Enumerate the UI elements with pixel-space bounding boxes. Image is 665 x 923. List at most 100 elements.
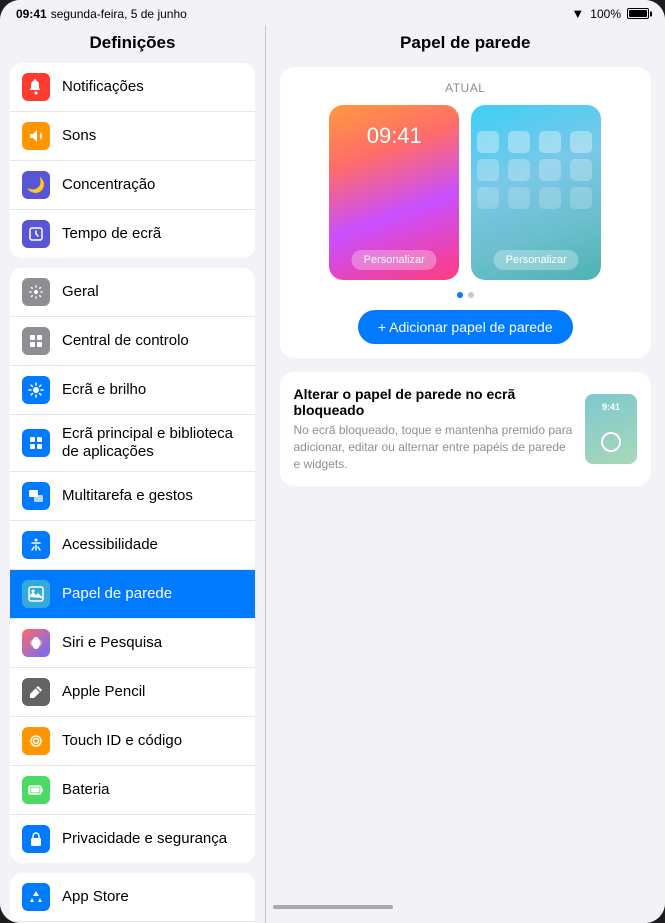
home-icon-7 <box>539 159 561 181</box>
wallpaper-icon <box>22 580 50 608</box>
home-icon-5 <box>477 159 499 181</box>
display-label: Ecrã e brilho <box>62 381 146 399</box>
battery-settings-icon <box>22 776 50 804</box>
multitask-icon <box>22 482 50 510</box>
control-center-icon <box>22 327 50 355</box>
sidebar-title: Definições <box>0 25 265 63</box>
general-label: Geral <box>62 283 99 301</box>
wifi-label: 100% <box>590 7 621 21</box>
wallpaper-time: 09:41 <box>367 123 422 149</box>
lock-screen-wallpaper-card[interactable]: 09:41 Personalizar <box>329 105 459 280</box>
screen-time-label: Tempo de ecrã <box>62 225 161 243</box>
info-preview-circle <box>601 432 621 452</box>
multitask-label: Multitarefa e gestos <box>62 487 193 505</box>
apple-pencil-icon <box>22 678 50 706</box>
info-desc: No ecrã bloqueado, toque e mantenha prem… <box>294 422 574 472</box>
sidebar-item-sounds[interactable]: Sons <box>10 112 255 161</box>
info-text: Alterar o papel de parede no ecrã bloque… <box>294 386 574 472</box>
appstore-icon <box>22 883 50 911</box>
wallpaper-previews: 09:41 Personalizar <box>294 105 638 280</box>
privacy-icon <box>22 825 50 853</box>
section-label: ATUAL <box>294 81 638 95</box>
home-icon-2 <box>508 131 530 153</box>
sidebar-item-general[interactable]: Geral <box>10 268 255 317</box>
control-center-label: Central de controlo <box>62 332 189 350</box>
wifi-icon: ▼ <box>571 6 584 21</box>
screen-time-icon <box>22 220 50 248</box>
focus-icon: 🌙 <box>22 171 50 199</box>
home-icon-4 <box>570 131 592 153</box>
home-icon-3 <box>539 131 561 153</box>
sidebar-group-2: Geral Central de controlo Ecrã e brilho <box>10 268 255 863</box>
touch-id-label: Touch ID e código <box>62 732 182 750</box>
home-icon-1 <box>477 131 499 153</box>
apple-pencil-label: Apple Pencil <box>62 683 145 701</box>
notifications-icon <box>22 73 50 101</box>
personalize-btn-1[interactable]: Personalizar <box>352 250 437 270</box>
siri-icon <box>22 629 50 657</box>
sidebar-item-privacy[interactable]: Privacidade e segurança <box>10 815 255 863</box>
main-panel: Papel de parede ATUAL 09:41 Personalizar <box>266 25 665 923</box>
panel-title: Papel de parede <box>266 25 665 67</box>
sidebar-item-screen-time[interactable]: Tempo de ecrã <box>10 210 255 258</box>
personalize-btn-2[interactable]: Personalizar <box>494 250 579 270</box>
touch-id-icon <box>22 727 50 755</box>
privacy-label: Privacidade e segurança <box>62 830 227 848</box>
sidebar-item-control-center[interactable]: Central de controlo <box>10 317 255 366</box>
info-preview-time: 9:41 <box>602 402 620 412</box>
siri-label: Siri e Pesquisa <box>62 634 162 652</box>
main-content: Definições Notificações Sons <box>0 25 665 923</box>
sidebar-item-focus[interactable]: 🌙 Concentração <box>10 161 255 210</box>
dots-row <box>294 292 638 298</box>
dot-2 <box>468 292 474 298</box>
battery-icon <box>627 8 649 19</box>
sidebar-item-accessibility[interactable]: Acessibilidade <box>10 521 255 570</box>
home-screen-label: Ecrã principal e biblioteca de aplicaçõe… <box>62 425 243 461</box>
accessibility-label: Acessibilidade <box>62 536 158 554</box>
focus-label: Concentração <box>62 176 155 194</box>
info-section: Alterar o papel de parede no ecrã bloque… <box>280 372 652 486</box>
home-icon-12 <box>570 187 592 209</box>
sidebar-item-notifications[interactable]: Notificações <box>10 63 255 112</box>
home-icon-11 <box>539 187 561 209</box>
home-icon-8 <box>570 159 592 181</box>
sidebar-item-home-screen[interactable]: Ecrã principal e biblioteca de aplicaçõe… <box>10 415 255 472</box>
general-icon <box>22 278 50 306</box>
status-date: segunda-feira, 5 de junho <box>51 7 187 21</box>
notifications-label: Notificações <box>62 78 144 96</box>
home-indicator <box>273 905 393 909</box>
sidebar-item-touch-id[interactable]: Touch ID e código <box>10 717 255 766</box>
sidebar: Definições Notificações Sons <box>0 25 265 923</box>
battery-label: Bateria <box>62 781 110 799</box>
wallpaper-section: ATUAL 09:41 Personalizar <box>280 67 652 358</box>
sounds-label: Sons <box>62 127 96 145</box>
sidebar-group-1: Notificações Sons 🌙 Concentração <box>10 63 255 258</box>
sounds-icon <box>22 122 50 150</box>
sidebar-item-multitask[interactable]: Multitarefa e gestos <box>10 472 255 521</box>
home-icon-10 <box>508 187 530 209</box>
battery-fill <box>629 10 647 17</box>
add-wallpaper-button[interactable]: + Adicionar papel de parede <box>358 310 573 344</box>
home-icon-9 <box>477 187 499 209</box>
status-time: 09:41 <box>16 7 47 21</box>
sidebar-item-battery[interactable]: Bateria <box>10 766 255 815</box>
home-screen-icon <box>22 429 50 457</box>
status-right: ▼ 100% <box>571 6 649 21</box>
info-title: Alterar o papel de parede no ecrã bloque… <box>294 386 574 418</box>
wallpaper-label: Papel de parede <box>62 585 172 603</box>
status-left: 09:41 segunda-feira, 5 de junho <box>16 7 187 21</box>
sidebar-group-3: App Store Carteira e Apple Pay <box>10 873 255 923</box>
sidebar-item-wallpaper[interactable]: Papel de parede <box>10 570 255 619</box>
sidebar-item-siri[interactable]: Siri e Pesquisa <box>10 619 255 668</box>
sidebar-item-apple-pencil[interactable]: Apple Pencil <box>10 668 255 717</box>
home-screen-icons-grid <box>471 125 601 215</box>
home-screen-wallpaper-card[interactable]: Personalizar <box>471 105 601 280</box>
status-bar: 09:41 segunda-feira, 5 de junho ▼ 100% <box>0 0 665 25</box>
accessibility-icon <box>22 531 50 559</box>
info-preview: 9:41 <box>585 394 637 464</box>
home-icon-6 <box>508 159 530 181</box>
device-frame: 09:41 segunda-feira, 5 de junho ▼ 100% D… <box>0 0 665 923</box>
sidebar-item-appstore[interactable]: App Store <box>10 873 255 922</box>
appstore-label: App Store <box>62 888 129 906</box>
sidebar-item-display[interactable]: Ecrã e brilho <box>10 366 255 415</box>
